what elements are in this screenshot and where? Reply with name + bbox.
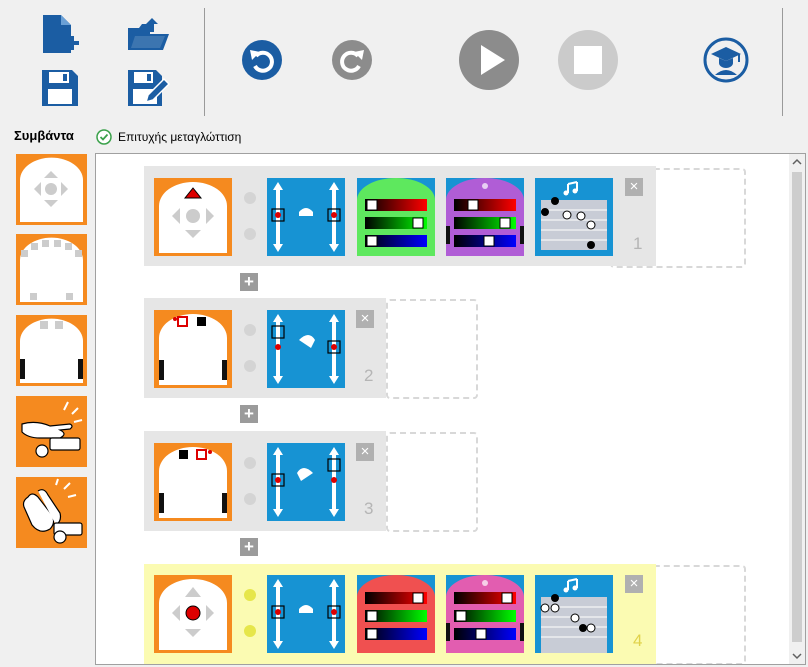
scroll-thumb[interactable] [792,172,802,642]
delete-row-button[interactable]: × [625,178,643,196]
proximity-sensors-icon [159,447,227,518]
top-led-color-icon [357,178,435,256]
tap-hand-icon [21,401,83,458]
event-proximity-block[interactable] [154,443,232,521]
scroll-up-arrow-icon[interactable] [789,154,805,170]
events-title: Συμβάντα [14,128,74,143]
compile-status: Επιτυχής μεταγλώττιση [96,129,241,145]
top-color-action-block[interactable] [357,178,435,256]
clap-hands-icon [22,478,83,544]
delete-row-button[interactable]: × [625,575,643,593]
delete-row-button[interactable]: × [356,443,374,461]
event-proximity-block[interactable] [154,310,232,388]
state-indicator[interactable] [244,360,256,372]
music-action-block[interactable] [535,178,613,256]
add-row-button[interactable]: + [240,538,258,556]
toolbar-separator [782,8,783,116]
add-row-button[interactable]: + [240,273,258,291]
top-led-color-icon [357,575,435,653]
event-buttons-tile[interactable] [16,154,87,225]
undo-button[interactable] [240,38,284,82]
play-icon [459,30,519,90]
motors-action-block[interactable] [267,310,345,388]
compile-status-text: Επιτυχής μεταγλώττιση [118,130,242,144]
ground-sensors-icon [20,318,83,383]
event-button-block[interactable] [154,178,232,256]
empty-action-slot[interactable] [386,299,478,399]
redo-icon [332,40,372,80]
event-tap-tile[interactable] [16,396,87,467]
music-notes-icon [541,181,607,250]
proximity-sensors-icon [20,237,83,302]
state-indicator[interactable] [244,457,256,469]
row-number: 4 [633,631,643,650]
event-clap-tile[interactable] [16,477,87,548]
undo-icon [242,40,282,80]
motors-action-block[interactable] [267,443,345,521]
check-circle-icon [96,129,112,145]
stop-icon [558,30,618,90]
program-canvas[interactable]: × 1 + × 2 + × 3 + × 4 [95,153,806,665]
top-color-action-block[interactable] [357,575,435,653]
music-action-block[interactable] [535,575,613,653]
robot-buttons-icon [159,182,227,253]
scroll-down-arrow-icon[interactable] [789,648,805,664]
motor-sliders-icon [271,579,341,649]
motor-sliders-icon [271,314,341,384]
floppy-disk-icon [42,70,78,106]
empty-action-slot[interactable] [386,432,478,532]
event-ground-tile[interactable] [16,315,87,386]
graduate-icon [703,37,749,83]
motor-sliders-icon [271,447,341,517]
music-notes-icon [540,578,607,653]
robot-buttons-icon [20,157,83,222]
add-row-button[interactable]: + [240,405,258,423]
open-folder-icon [128,18,169,50]
state-indicator[interactable] [244,228,256,240]
state-indicator[interactable] [244,493,256,505]
run-button[interactable] [457,28,521,92]
open-file-button[interactable] [125,12,171,56]
redo-button[interactable] [330,38,374,82]
bottom-led-color-icon [446,575,524,653]
save-button[interactable] [38,66,82,110]
vertical-scrollbar[interactable] [789,154,805,664]
state-indicator[interactable] [244,324,256,336]
proximity-sensors-icon [159,314,227,385]
new-file-button[interactable] [38,12,82,56]
teacher-mode-button[interactable] [702,37,750,83]
bottom-color-action-block[interactable] [446,575,524,653]
motors-action-block[interactable] [267,575,345,653]
row-number: 1 [633,234,643,253]
robot-buttons-icon [159,579,227,650]
save-as-button[interactable] [125,66,171,110]
state-indicator[interactable] [244,625,256,637]
row-number: 3 [364,499,374,518]
state-indicator[interactable] [244,589,256,601]
state-indicator[interactable] [244,192,256,204]
new-file-icon [43,15,79,53]
bottom-led-color-icon [446,178,524,256]
toolbar-separator [204,8,205,116]
motor-sliders-icon [271,182,341,252]
delete-row-button[interactable]: × [356,310,374,328]
bottom-color-action-block[interactable] [446,178,524,256]
row-number: 2 [364,366,374,385]
save-as-icon [128,70,170,106]
event-button-block[interactable] [154,575,232,653]
stop-button[interactable] [556,28,620,92]
motors-action-block[interactable] [267,178,345,256]
event-proximity-tile[interactable] [16,234,87,305]
